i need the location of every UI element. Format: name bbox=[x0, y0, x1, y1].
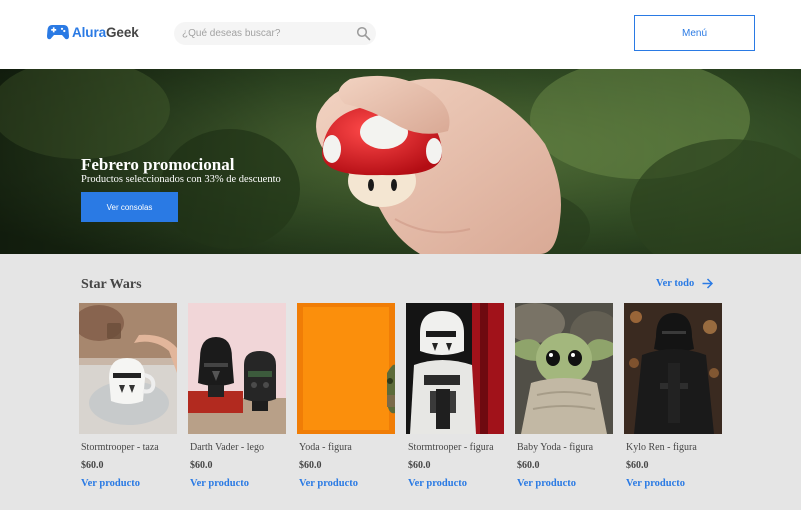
product-card: Stormtrooper - taza $60.0 Ver producto bbox=[79, 303, 177, 489]
view-product-link[interactable]: Ver producto bbox=[299, 478, 358, 489]
logo-text-geek: Geek bbox=[106, 24, 139, 40]
logo[interactable]: AluraGeek bbox=[47, 22, 139, 42]
star-wars-section: Star Wars Ver todo Stormtrooper - taza $… bbox=[0, 254, 801, 510]
product-price: $60.0 bbox=[626, 460, 649, 471]
product-card: Darth Vader - lego $60.0 Ver producto bbox=[188, 303, 286, 489]
view-product-link[interactable]: Ver producto bbox=[517, 478, 576, 489]
product-image-stormtrooper-figure[interactable] bbox=[406, 303, 504, 434]
product-name: Yoda - figura bbox=[299, 442, 352, 453]
product-image-darth-vader-lego[interactable] bbox=[188, 303, 286, 434]
view-product-link[interactable]: Ver producto bbox=[81, 478, 140, 489]
product-card: Kylo Ren - figura $60.0 Ver producto bbox=[624, 303, 722, 489]
banner-title: Febrero promocional bbox=[81, 155, 235, 174]
product-card: Yoda - figura $60.0 Ver producto bbox=[297, 303, 395, 489]
product-name: Baby Yoda - figura bbox=[517, 442, 594, 453]
product-name: Darth Vader - lego bbox=[190, 442, 264, 453]
search-input[interactable] bbox=[174, 22, 352, 45]
product-card: Baby Yoda - figura $60.0 Ver producto bbox=[515, 303, 613, 489]
view-product-link[interactable]: Ver producto bbox=[408, 478, 467, 489]
product-card: Stormtrooper - figura $60.0 Ver producto bbox=[406, 303, 504, 489]
banner-subtitle: Productos seleccionados con 33% de descu… bbox=[81, 174, 281, 185]
product-price: $60.0 bbox=[190, 460, 213, 471]
search-bar bbox=[174, 22, 376, 45]
view-product-link[interactable]: Ver producto bbox=[626, 478, 685, 489]
arrow-right-icon bbox=[702, 278, 714, 289]
gamepad-icon bbox=[47, 25, 69, 40]
view-all-label: Ver todo bbox=[656, 278, 695, 289]
product-price: $60.0 bbox=[517, 460, 540, 471]
product-image-yoda-figure[interactable] bbox=[297, 303, 395, 434]
product-name: Stormtrooper - taza bbox=[81, 442, 159, 453]
search-icon[interactable] bbox=[356, 26, 371, 41]
logo-text-alura: Alura bbox=[72, 24, 107, 40]
menu-button[interactable]: Menú bbox=[634, 15, 755, 51]
product-price: $60.0 bbox=[81, 460, 104, 471]
product-image-kylo-ren-figure[interactable] bbox=[624, 303, 722, 434]
product-price: $60.0 bbox=[408, 460, 431, 471]
product-price: $60.0 bbox=[299, 460, 322, 471]
product-image-stormtrooper-mug[interactable] bbox=[79, 303, 177, 434]
section-title: Star Wars bbox=[81, 277, 142, 292]
hero-banner: Febrero promocional Productos selecciona… bbox=[0, 69, 801, 254]
view-all-link[interactable]: Ver todo bbox=[656, 278, 714, 289]
view-product-link[interactable]: Ver producto bbox=[190, 478, 249, 489]
product-name: Stormtrooper - figura bbox=[408, 442, 494, 453]
logo-text: AluraGeek bbox=[72, 25, 139, 40]
site-header: AluraGeek Menú bbox=[0, 0, 801, 69]
view-consoles-button[interactable]: Ver consolas bbox=[81, 192, 178, 222]
product-image-baby-yoda-figure[interactable] bbox=[515, 303, 613, 434]
product-name: Kylo Ren - figura bbox=[626, 442, 697, 453]
